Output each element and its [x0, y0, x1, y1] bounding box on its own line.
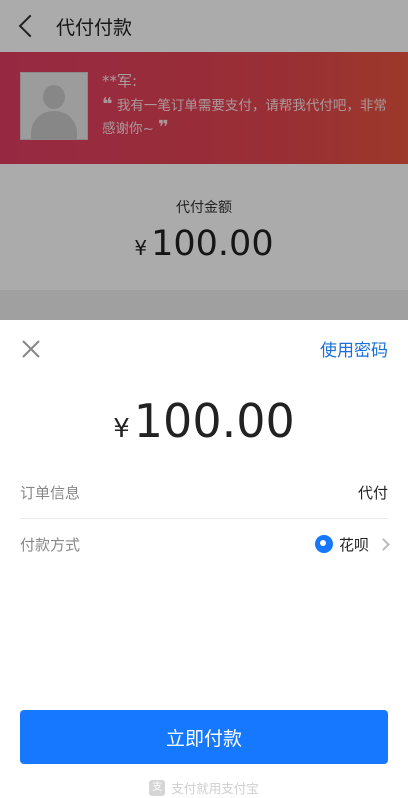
payment-amount: ¥100.00: [0, 394, 408, 448]
footer: 支 支付就用支付宝: [0, 778, 408, 797]
use-password-link[interactable]: 使用密码: [320, 336, 388, 361]
chevron-right-icon: [377, 537, 390, 551]
currency-symbol: ¥: [113, 414, 130, 444]
pay-now-button[interactable]: 立即付款: [20, 710, 388, 764]
pay-method-row[interactable]: 付款方式 花呗: [20, 518, 390, 570]
pay-method-value-wrap[interactable]: 花呗: [314, 534, 390, 555]
close-icon[interactable]: [20, 338, 42, 360]
order-info-label: 订单信息: [20, 483, 81, 502]
payment-amount-number: 100.00: [133, 394, 295, 448]
payment-sheet: 使用密码 ¥100.00 订单信息 代付 付款方式 花呗 立即付款 支 支付就用…: [0, 320, 408, 798]
footer-text: 支付就用支付宝: [171, 781, 259, 796]
alipay-logo-icon: 支: [149, 779, 166, 796]
order-info-row: 订单信息 代付: [20, 466, 388, 519]
dim-overlay[interactable]: [0, 0, 408, 320]
pay-method-value: 花呗: [338, 535, 369, 554]
order-info-value: 代付: [357, 483, 388, 502]
pay-method-label: 付款方式: [20, 535, 81, 554]
huabei-icon: [314, 535, 333, 553]
